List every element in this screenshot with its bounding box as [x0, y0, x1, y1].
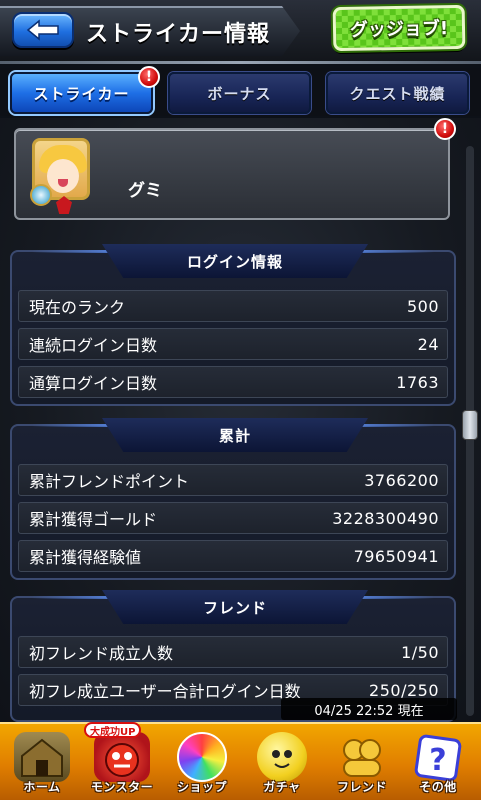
- back-button[interactable]: [12, 12, 74, 48]
- nav-label: ガチャ: [263, 779, 301, 794]
- other-icon: ?: [410, 732, 466, 782]
- stat-row: 累計フレンドポイント 3766200: [18, 464, 448, 496]
- stat-label: 通算ログイン日数: [29, 374, 158, 393]
- stat-label: 累計獲得経験値: [29, 548, 142, 567]
- monster-icon: [94, 732, 150, 782]
- nav-label: モンスター: [90, 779, 154, 794]
- svg-text:?: ?: [429, 743, 446, 778]
- friend-icon: [334, 732, 390, 782]
- friend-title: フレンド: [102, 590, 368, 624]
- stat-value: 500: [406, 296, 439, 316]
- tab-quest-record[interactable]: クエスト戦績: [326, 72, 469, 114]
- stat-row: 累計獲得経験値 79650941: [18, 540, 448, 572]
- success-up-badge: 大成功UP: [84, 722, 142, 738]
- stat-label: 累計獲得ゴールド: [29, 510, 158, 529]
- stat-value: 1/50: [401, 642, 439, 662]
- nav-label: ショップ: [176, 779, 227, 794]
- stat-row: 累計獲得ゴールド 3228300490: [18, 502, 448, 534]
- home-icon: [14, 732, 70, 782]
- bottom-nav: ホーム 大成功UP モンスター ショップ ガチャ フレンド ? その他: [0, 722, 481, 800]
- stat-label: 累計フレンドポイント: [29, 472, 190, 491]
- element-icon: [30, 184, 52, 206]
- stat-row: 通算ログイン日数 1763: [18, 366, 448, 398]
- header-bar: ストライカー情報 グッジョブ!: [0, 0, 481, 64]
- content-area: グミ ! ログイン情報 現在のランク 500 連続ログイン日数 24 通算ログイ…: [0, 118, 481, 722]
- page-title: ストライカー情報: [86, 22, 271, 47]
- login-info-title: ログイン情報: [102, 244, 368, 278]
- nav-shop[interactable]: ショップ: [156, 728, 248, 798]
- stat-row: 連続ログイン日数 24: [18, 328, 448, 360]
- stat-value: 24: [417, 334, 439, 354]
- login-info-panel: ログイン情報 現在のランク 500 連続ログイン日数 24 通算ログイン日数 1…: [10, 244, 456, 406]
- stat-value: 1763: [396, 372, 439, 392]
- tab-bar: ストライカー ! ボーナス クエスト戦績: [0, 66, 481, 116]
- tab-striker[interactable]: ストライカー: [10, 72, 153, 114]
- stat-value: 3766200: [364, 470, 439, 490]
- scrollbar-thumb[interactable]: [462, 410, 478, 440]
- nav-label: その他: [419, 779, 457, 794]
- tab-bonus[interactable]: ボーナス: [168, 72, 311, 114]
- profile-card[interactable]: グミ: [14, 128, 450, 220]
- timestamp: 04/25 22:52 現在: [281, 698, 457, 720]
- alert-icon: !: [138, 66, 160, 88]
- guggy-button[interactable]: グッジョブ!: [332, 4, 466, 52]
- gacha-icon: [257, 732, 307, 782]
- totals-title: 累計: [102, 418, 368, 452]
- nav-label: ホーム: [23, 779, 61, 794]
- totals-panel: 累計 累計フレンドポイント 3766200 累計獲得ゴールド 322830049…: [10, 418, 456, 580]
- stat-row: 現在のランク 500: [18, 290, 448, 322]
- stat-label: 初フレ成立ユーザー合計ログイン日数: [29, 682, 301, 701]
- stat-row: 初フレンド成立人数 1/50: [18, 636, 448, 668]
- nav-gacha[interactable]: ガチャ: [236, 728, 328, 798]
- stat-value: 250/250: [369, 680, 439, 700]
- stat-value: 79650941: [353, 546, 439, 566]
- orb-icon: [177, 732, 227, 782]
- nav-monster[interactable]: 大成功UP モンスター: [76, 722, 168, 798]
- stat-label: 初フレンド成立人数: [29, 644, 174, 663]
- nav-home[interactable]: ホーム: [0, 728, 88, 798]
- stat-label: 連続ログイン日数: [29, 336, 158, 355]
- profile-alert-icon: !: [434, 118, 456, 140]
- stat-value: 3228300490: [332, 508, 439, 528]
- player-name: グミ: [128, 181, 162, 201]
- back-arrow-icon: [26, 19, 59, 41]
- stat-label: 現在のランク: [29, 298, 126, 317]
- nav-other[interactable]: ? その他: [392, 728, 481, 798]
